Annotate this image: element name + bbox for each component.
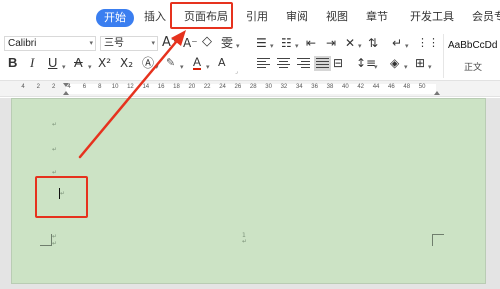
- annotation-arrow: [78, 30, 186, 159]
